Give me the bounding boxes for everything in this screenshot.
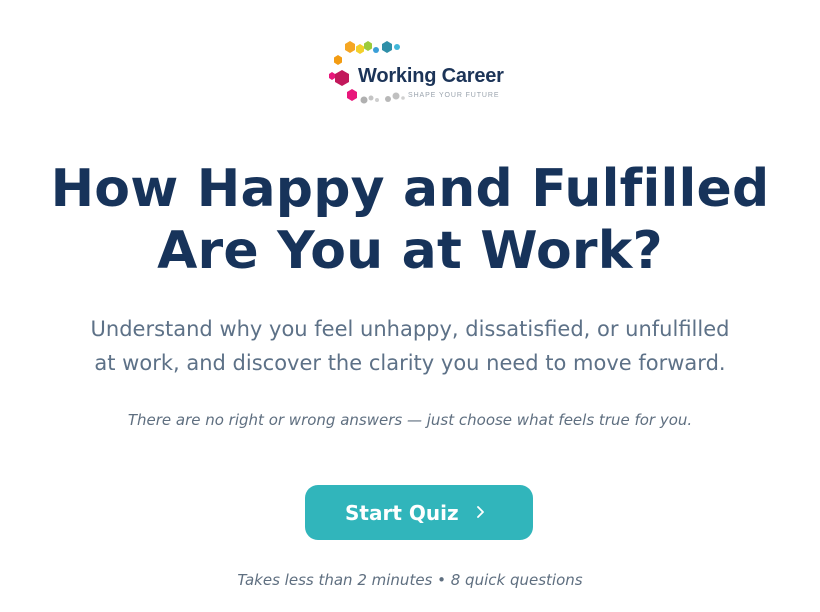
page-subtitle-line-2: at work, and discover the clarity you ne… (94, 351, 726, 375)
brand-tagline: SHAPE YOUR FUTURE (408, 92, 500, 99)
brand-logo[interactable]: Working Career SHAPE YOUR FUTURE (326, 38, 516, 108)
chevron-right-icon (477, 506, 484, 518)
answer-note: There are no right or wrong answers — ju… (127, 411, 693, 429)
page-title-line-1: How Happy and Fulfilled (50, 159, 770, 219)
start-quiz-label: Start Quiz (345, 501, 459, 525)
brand-name: Working Career (358, 65, 504, 87)
page-subtitle: Understand why you feel unhappy, dissati… (0, 312, 820, 380)
quiz-duration-note: Takes less than 2 minutes • 8 quick ques… (237, 571, 583, 589)
start-quiz-button[interactable]: Start Quiz (305, 485, 533, 540)
page-title-line-2: Are You at Work? (157, 221, 663, 281)
page-subtitle-line-1: Understand why you feel unhappy, dissati… (90, 317, 730, 341)
page-title: How Happy and Fulfilled Are You at Work? (0, 158, 820, 282)
